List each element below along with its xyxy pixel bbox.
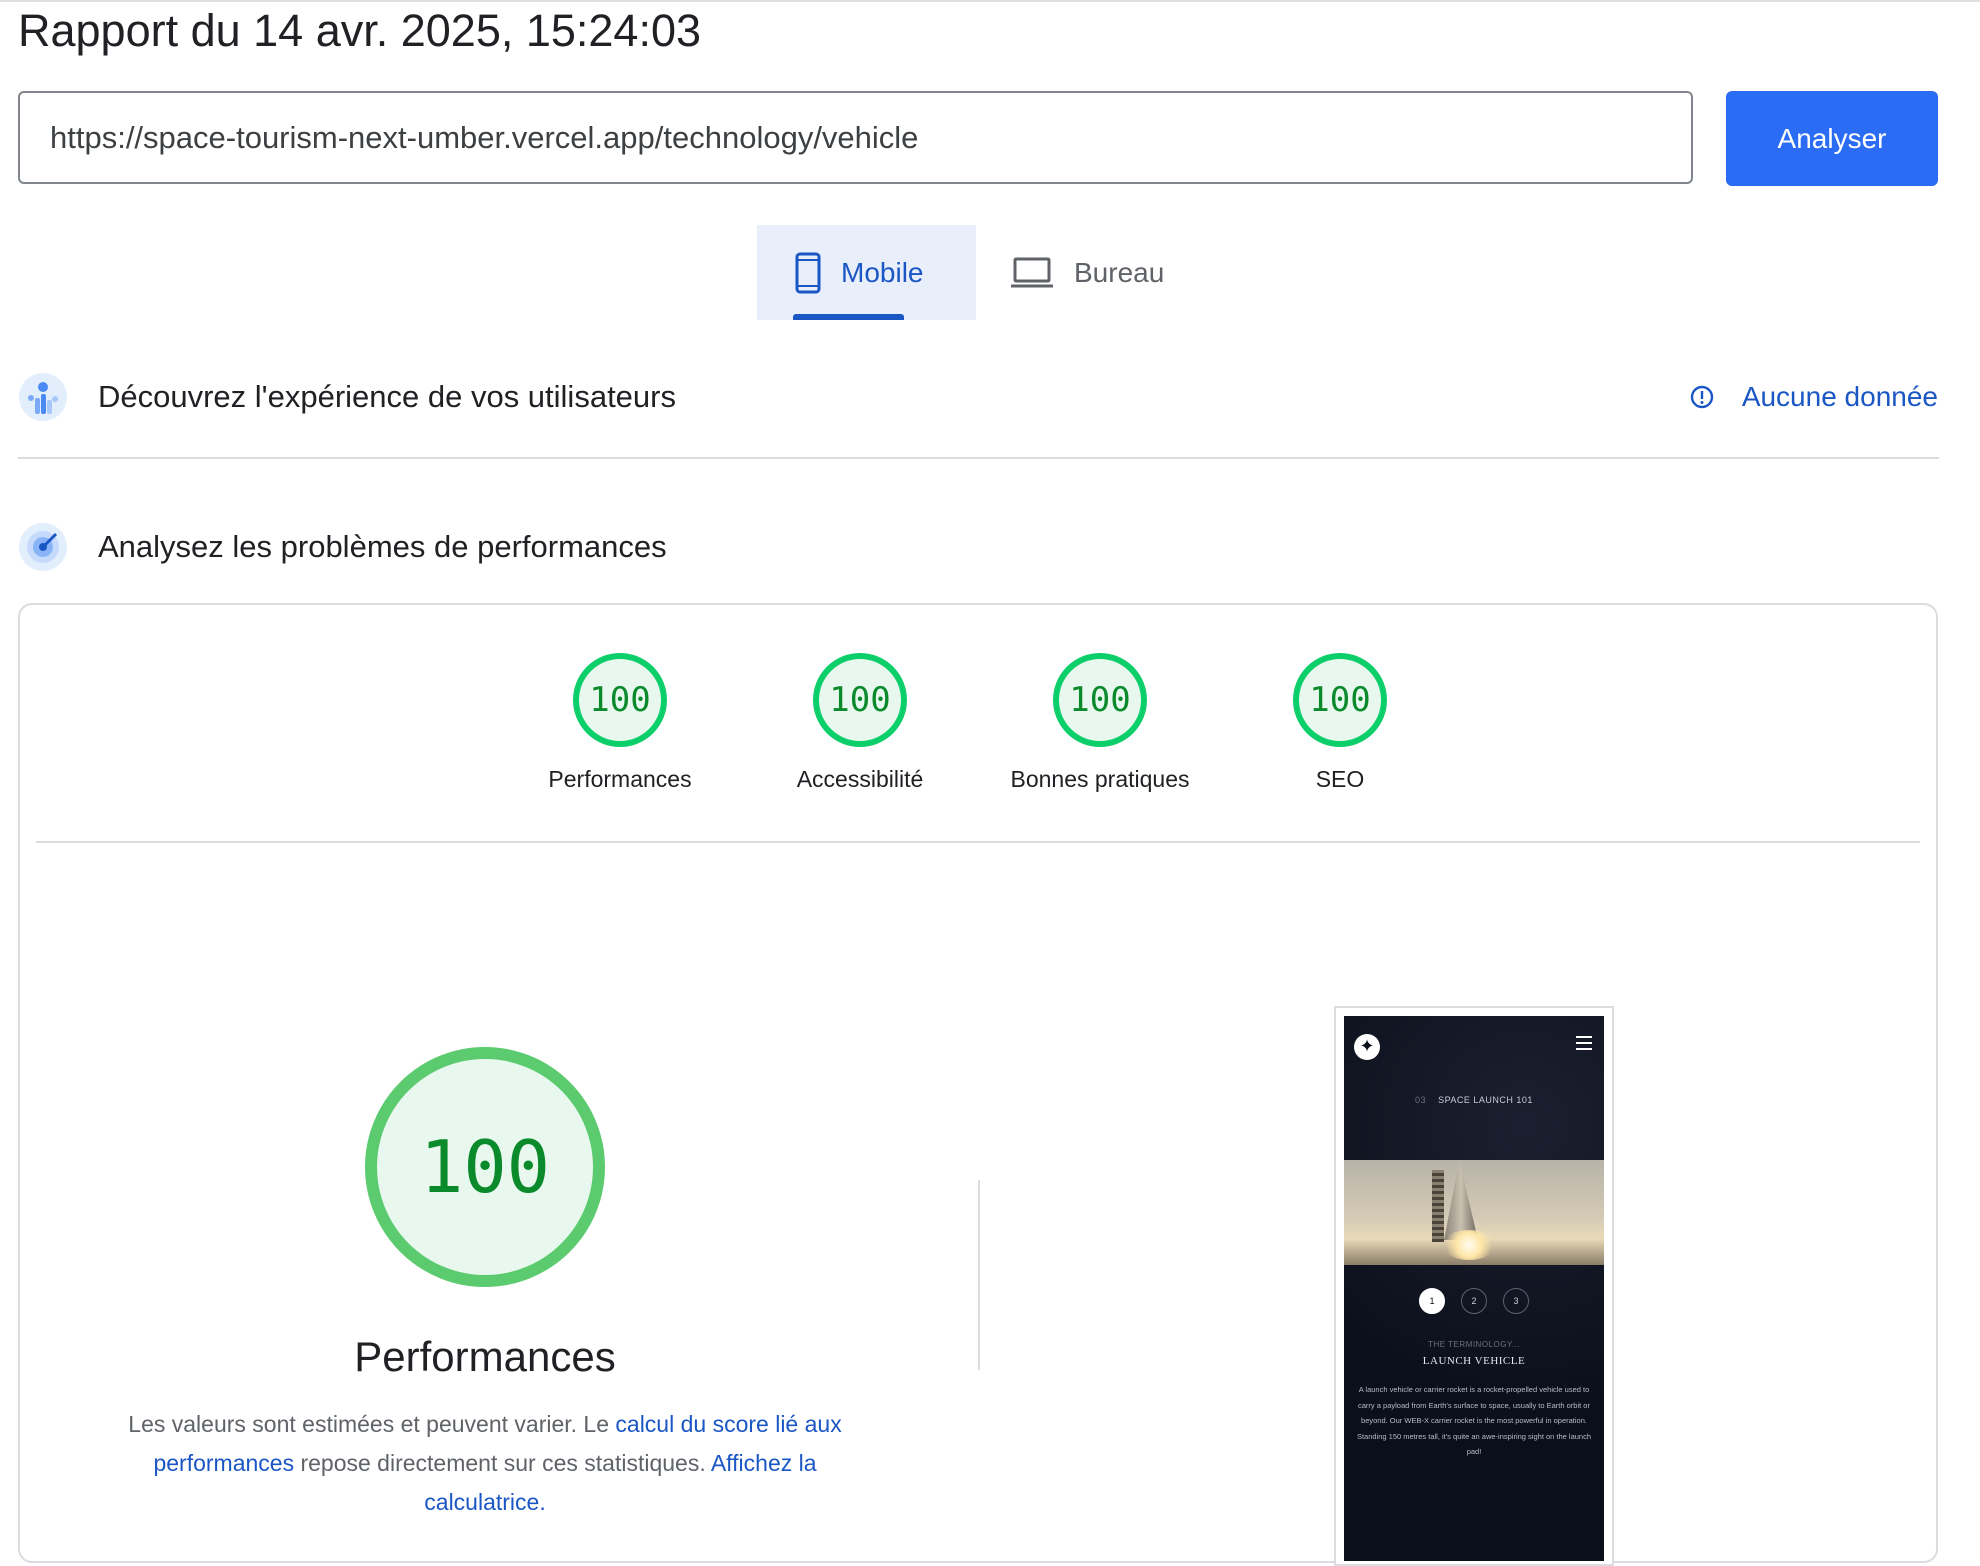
tab-mobile[interactable]: Mobile [757, 225, 976, 320]
site-logo-icon [1354, 1034, 1380, 1060]
report-card: 100 Performances 100 Accessibilité 100 B… [18, 603, 1938, 1566]
diagnostics-icon [19, 523, 67, 571]
gauge-ring: 100 [572, 652, 668, 748]
performance-description: Les valeurs sont estimées et peuvent var… [100, 1405, 870, 1522]
screenshot-pager: 1 2 3 [1344, 1288, 1604, 1314]
diagnostics-title: Analysez les problèmes de performances [98, 529, 667, 564]
card-divider [36, 841, 1920, 843]
performance-title: Performances [354, 1333, 616, 1380]
gauge-best-practices[interactable]: 100 Bonnes pratiques [1000, 652, 1200, 793]
section-divider [18, 457, 1939, 459]
active-tab-indicator [793, 314, 904, 320]
diagnostics-section: Analysez les problèmes de performances [18, 522, 1938, 572]
gauge-accessibility[interactable]: 100 Accessibilité [760, 652, 960, 793]
pager-dot: 1 [1419, 1288, 1445, 1314]
pager-dot: 3 [1503, 1288, 1529, 1314]
gauge-ring: 100 [1292, 652, 1388, 748]
gauge-ring: 100 [1052, 652, 1148, 748]
screenshot-terminology: THE TERMINOLOGY... [1428, 1340, 1520, 1349]
gauge-value: 100 [1309, 680, 1371, 720]
crux-title: Découvrez l'expérience de vos utilisateu… [98, 379, 676, 414]
screenshot-heading: LAUNCH VEHICLE [1422, 1355, 1526, 1367]
gauge-performance[interactable]: 100 Performances [520, 652, 720, 793]
gauge-label: SEO [1315, 766, 1365, 792]
performance-score-value: 100 [419, 1125, 551, 1209]
analyze-button[interactable]: Analyser [1726, 91, 1938, 186]
tab-desktop[interactable]: Bureau [1006, 225, 1206, 320]
info-icon [1690, 385, 1714, 409]
no-data-link[interactable]: Aucune donnée [1690, 372, 1938, 422]
no-data-label: Aucune donnée [1741, 381, 1938, 412]
kicker-text: SPACE LAUNCH 101 [1438, 1095, 1533, 1105]
desc-text: Les valeurs sont estimées et peuvent var… [128, 1411, 616, 1437]
gauge-seo[interactable]: 100 SEO [1240, 652, 1440, 793]
gauge-label: Accessibilité [796, 766, 924, 792]
url-field[interactable] [18, 91, 1693, 184]
gauge-ring: 100 [812, 652, 908, 748]
screenshot-paragraph: A launch vehicle or carrier rocket is a … [1356, 1385, 1592, 1456]
laptop-icon [1011, 257, 1053, 287]
url-input[interactable] [20, 93, 1691, 182]
screenshot-kicker: 03 SPACE LAUNCH 101 [1344, 1095, 1604, 1105]
hamburger-menu-icon [1576, 1036, 1592, 1050]
gauge-value: 100 [1069, 680, 1131, 720]
performance-score-gauge: 100 [363, 1045, 607, 1289]
page-screenshot-thumbnail[interactable]: 03 SPACE LAUNCH 101 1 2 3 THE TERMINOLOGY… [1334, 1006, 1614, 1566]
kicker-number: 03 [1415, 1095, 1427, 1105]
gauge-value: 100 [829, 680, 891, 720]
vertical-divider [978, 1180, 980, 1370]
rocket-launch-image [1344, 1160, 1604, 1265]
report-title: Rapport du 14 avr. 2025, 15:24:03 [18, 5, 702, 56]
crux-section: Découvrez l'expérience de vos utilisateu… [18, 372, 1938, 422]
tab-desktop-label: Bureau [1074, 256, 1165, 288]
pager-dot: 2 [1461, 1288, 1487, 1314]
tab-mobile-label: Mobile [841, 256, 924, 288]
gauge-label: Performances [548, 766, 692, 792]
gauge-value: 100 [589, 680, 651, 720]
smartphone-icon [795, 252, 821, 293]
desc-text: repose directement sur ces statistiques. [294, 1450, 711, 1476]
users-experience-icon [19, 373, 67, 421]
gauge-label: Bonnes pratiques [1010, 766, 1190, 792]
screenshot-screen: 03 SPACE LAUNCH 101 1 2 3 THE TERMINOLOGY… [1344, 1016, 1604, 1561]
